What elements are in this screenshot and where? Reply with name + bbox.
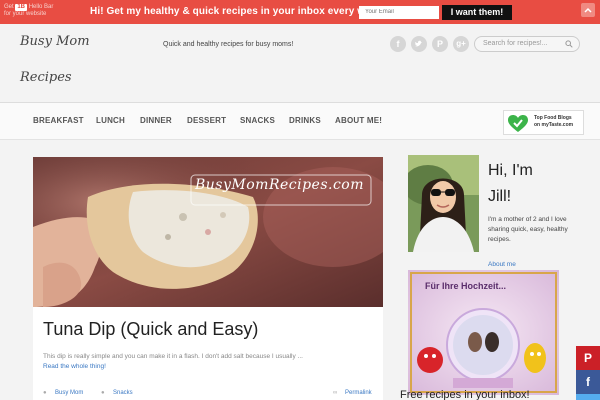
logo-line1: Busy Mom — [20, 34, 90, 49]
heart-icon — [508, 115, 528, 132]
nav-item-dessert[interactable]: DESSERT — [187, 116, 226, 125]
collapse-button[interactable] — [581, 3, 595, 17]
post-title[interactable]: Tuna Dip (Quick and Easy) — [43, 319, 258, 340]
newsletter-heading: Free recipes in your inbox! — [400, 389, 530, 400]
hello-bar: Get 1B Hello Bar for your website Hi! Ge… — [0, 0, 600, 24]
post-excerpt: This dip is really simple and you can ma… — [43, 353, 303, 360]
advertisement[interactable]: Für Ihre Hochzeit... — [408, 270, 559, 395]
hello-bar-counter[interactable]: Get 1B Hello Bar for your website — [4, 4, 66, 18]
badge-line2: on myTaste.com — [534, 122, 574, 128]
search-icon[interactable] — [565, 40, 573, 48]
google-plus-icon[interactable]: g+ — [453, 36, 469, 52]
greeting-heading: Hi, I'm Jill! — [488, 158, 558, 210]
category-icon: ● — [101, 390, 105, 396]
read-more-link[interactable]: Read the whole thing! — [43, 363, 106, 370]
nav-item-snacks[interactable]: SNACKS — [240, 116, 275, 125]
search-placeholder: Search for recipes!... — [483, 40, 548, 47]
about-me-link[interactable]: About me — [488, 261, 516, 268]
post-card: BusyMomRecipes.com Tuna Dip (Quick and E… — [33, 157, 383, 400]
facebook-icon[interactable]: f — [390, 36, 406, 52]
post-category[interactable]: Snacks — [113, 390, 133, 396]
pinterest-icon: P — [583, 351, 592, 365]
post-image[interactable]: BusyMomRecipes.com — [33, 157, 383, 307]
badge-line1: Top Food Blogs — [534, 115, 572, 121]
nav-item-dinner[interactable]: DINNER — [140, 116, 172, 125]
chevron-up-icon — [584, 7, 592, 13]
mytaste-badge[interactable]: Top Food Blogs on myTaste.com — [503, 110, 584, 135]
promo-text: Hi! Get my healthy & quick recipes in yo… — [90, 6, 386, 17]
greeting-line2: Jill! — [488, 188, 512, 205]
nav-item-drinks[interactable]: DRINKS — [289, 116, 321, 125]
search-input[interactable]: Search for recipes!... — [474, 36, 580, 52]
facebook-icon: f — [586, 375, 590, 389]
site-logo[interactable]: Busy Mom Recipes — [20, 34, 100, 86]
post-author[interactable]: Busy Mom — [55, 390, 83, 396]
avatar — [408, 155, 479, 252]
pinterest-icon[interactable]: P — [432, 36, 448, 52]
email-field[interactable] — [359, 6, 439, 19]
counter-number: 1B — [15, 4, 28, 11]
counter-prefix: Get — [4, 4, 14, 10]
nav-item-about-me[interactable]: ABOUT ME! — [335, 116, 382, 125]
ad-headline: Für Ihre Hochzeit... — [425, 281, 507, 291]
twitter-share-button[interactable] — [576, 394, 600, 400]
greeting-line1: Hi, I'm — [488, 162, 533, 179]
site-header: Busy Mom Recipes Quick and healthy recip… — [0, 24, 600, 102]
image-watermark: BusyMomRecipes.com — [195, 177, 365, 193]
page: Get 1B Hello Bar for your website Hi! Ge… — [0, 0, 600, 400]
logo-line2: Recipes — [20, 70, 72, 85]
nav-item-breakfast[interactable]: BREAKFAST — [33, 116, 84, 125]
link-icon: ∞ — [333, 390, 338, 396]
bio-text: I'm a mother of 2 and I love sharing qui… — [488, 216, 568, 243]
facebook-share-button[interactable]: f — [576, 370, 600, 394]
pinterest-share-button[interactable]: P — [576, 346, 600, 370]
author-icon: ● — [43, 390, 47, 396]
permalink-link[interactable]: Permalink — [345, 390, 372, 396]
subscribe-button[interactable]: I want them! — [442, 5, 512, 20]
counter-suffix: Hello Bar — [28, 4, 54, 10]
twitter-icon[interactable] — [411, 36, 427, 52]
nav-item-lunch[interactable]: LUNCH — [96, 116, 125, 125]
site-tagline: Quick and healthy recipes for busy moms! — [163, 41, 294, 48]
counter-line2: for your website — [4, 11, 47, 17]
main-nav: BREAKFAST LUNCH DINNER DESSERT SNACKS DR… — [0, 102, 600, 140]
